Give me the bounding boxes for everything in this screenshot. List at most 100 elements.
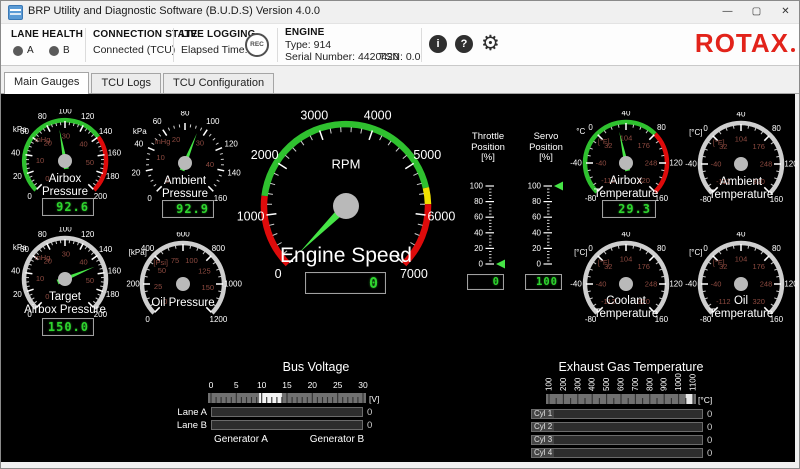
svg-text:40: 40	[11, 149, 20, 158]
engine-tsn: TSN: 0.0	[379, 51, 420, 63]
svg-text:0: 0	[479, 260, 484, 269]
svg-text:[Psi]: [Psi]	[153, 258, 168, 267]
svg-text:50: 50	[86, 276, 94, 285]
cyl-4-value: 0	[707, 448, 712, 459]
svg-text:800: 800	[645, 377, 654, 391]
tab-main-gauges[interactable]: Main Gauges	[4, 72, 89, 94]
svg-text:[°C]: [°C]	[689, 128, 702, 137]
airbox-pressure-title: Airbox Pressure	[6, 173, 124, 199]
svg-text:176: 176	[752, 142, 765, 151]
lane-b-row-label: Lane B	[151, 420, 207, 431]
svg-text:30: 30	[62, 250, 70, 259]
svg-text:40: 40	[737, 112, 746, 119]
engine-speed-title: Engine Speed	[231, 245, 461, 267]
svg-text:[kPa]: [kPa]	[129, 248, 147, 257]
svg-text:-40: -40	[685, 280, 697, 289]
svg-text:[°F]: [°F]	[598, 137, 610, 146]
svg-text:0: 0	[145, 315, 150, 324]
svg-text:100: 100	[185, 256, 198, 265]
lane-a-label: A	[27, 45, 34, 56]
engine-speed-readout: 0	[305, 272, 386, 294]
svg-text:600: 600	[617, 377, 626, 391]
servo-position-readout: 100	[525, 274, 562, 290]
svg-text:900: 900	[660, 377, 669, 391]
svg-text:40: 40	[79, 258, 87, 267]
svg-text:kPa: kPa	[133, 127, 147, 136]
svg-text:10: 10	[257, 380, 267, 390]
cyl-3-bar: Cyl 3	[531, 435, 703, 445]
oil-pressure-dial: 0200400600800100012000255075100125150[kP…	[124, 232, 242, 326]
close-button[interactable]: ✕	[771, 1, 800, 23]
engine-type: Type: 914	[285, 39, 331, 51]
maximize-button[interactable]: ▢	[742, 1, 771, 23]
coolant-temperature-title: Coolant Temperature	[567, 295, 685, 321]
live-logging-label: LIVE LOGGING	[181, 29, 256, 40]
svg-text:500: 500	[602, 377, 611, 391]
svg-text:400: 400	[588, 377, 597, 391]
svg-text:176: 176	[752, 262, 765, 271]
svg-text:[°C]: [°C]	[698, 395, 712, 405]
svg-text:100: 100	[470, 182, 484, 191]
info-icon[interactable]: i	[429, 35, 447, 53]
settings-icon[interactable]: ⚙	[481, 35, 499, 53]
svg-text:20: 20	[532, 244, 541, 253]
svg-text:248: 248	[645, 159, 658, 168]
svg-text:°C: °C	[576, 127, 585, 136]
tab-tcu-configuration[interactable]: TCU Configuration	[163, 73, 274, 93]
svg-text:248: 248	[760, 280, 773, 289]
svg-text:0: 0	[275, 267, 282, 281]
oil-pressure-title: Oil Pressure	[124, 297, 242, 310]
svg-text:140: 140	[99, 127, 113, 136]
record-button[interactable]: REC	[245, 33, 269, 57]
svg-text:120: 120	[784, 160, 798, 169]
svg-text:248: 248	[760, 160, 773, 169]
svg-text:[°F]: [°F]	[598, 258, 610, 267]
svg-text:100: 100	[58, 227, 72, 234]
svg-text:1100: 1100	[689, 373, 698, 391]
svg-text:176: 176	[637, 262, 650, 271]
lane-a-row-label: Lane A	[151, 407, 207, 418]
svg-text:inHg: inHg	[155, 137, 170, 146]
cyl-1-value: 0	[707, 409, 712, 420]
svg-text:80: 80	[532, 197, 541, 206]
svg-text:80: 80	[181, 111, 190, 118]
engine-label: ENGINE	[285, 27, 325, 38]
svg-text:200: 200	[126, 280, 140, 289]
svg-text:-40: -40	[711, 280, 722, 289]
ambient-pressure-readout: 92.9	[162, 200, 214, 218]
svg-text:125: 125	[198, 267, 211, 276]
cyl-1-bar: Cyl 1	[531, 409, 703, 419]
svg-text:40: 40	[134, 139, 143, 148]
help-icon[interactable]: ?	[455, 35, 473, 53]
svg-text:-40: -40	[685, 160, 697, 169]
svg-text:0: 0	[588, 123, 593, 132]
oil-temperature-title: Oil Temperature	[682, 295, 800, 321]
svg-text:100: 100	[545, 377, 554, 391]
svg-text:80: 80	[38, 112, 47, 121]
svg-text:[V]: [V]	[369, 394, 379, 404]
svg-text:104: 104	[620, 255, 633, 264]
svg-text:15: 15	[282, 380, 292, 390]
svg-text:700: 700	[631, 377, 640, 391]
svg-text:kPa: kPa	[13, 243, 27, 252]
ambient-pressure-title: Ambient Pressure	[126, 175, 244, 201]
minimize-button[interactable]: —	[713, 1, 742, 23]
svg-text:75: 75	[171, 256, 179, 265]
svg-text:104: 104	[735, 135, 748, 144]
svg-text:600: 600	[176, 232, 190, 239]
svg-text:100: 100	[528, 182, 542, 191]
tab-tcu-logs[interactable]: TCU Logs	[91, 73, 161, 93]
svg-text:20: 20	[172, 135, 180, 144]
svg-text:5000: 5000	[413, 148, 441, 162]
cyl-2-label: Cyl 2	[532, 423, 554, 431]
svg-text:0: 0	[703, 124, 708, 133]
svg-text:4000: 4000	[364, 108, 392, 122]
lane-b-value: 0	[367, 420, 372, 431]
svg-text:80: 80	[38, 230, 47, 239]
svg-text:0: 0	[703, 244, 708, 253]
svg-text:-40: -40	[596, 280, 607, 289]
svg-text:[°F]: [°F]	[713, 258, 725, 267]
svg-text:-40: -40	[596, 159, 607, 168]
svg-text:1000: 1000	[237, 210, 265, 224]
svg-text:60: 60	[474, 213, 483, 222]
